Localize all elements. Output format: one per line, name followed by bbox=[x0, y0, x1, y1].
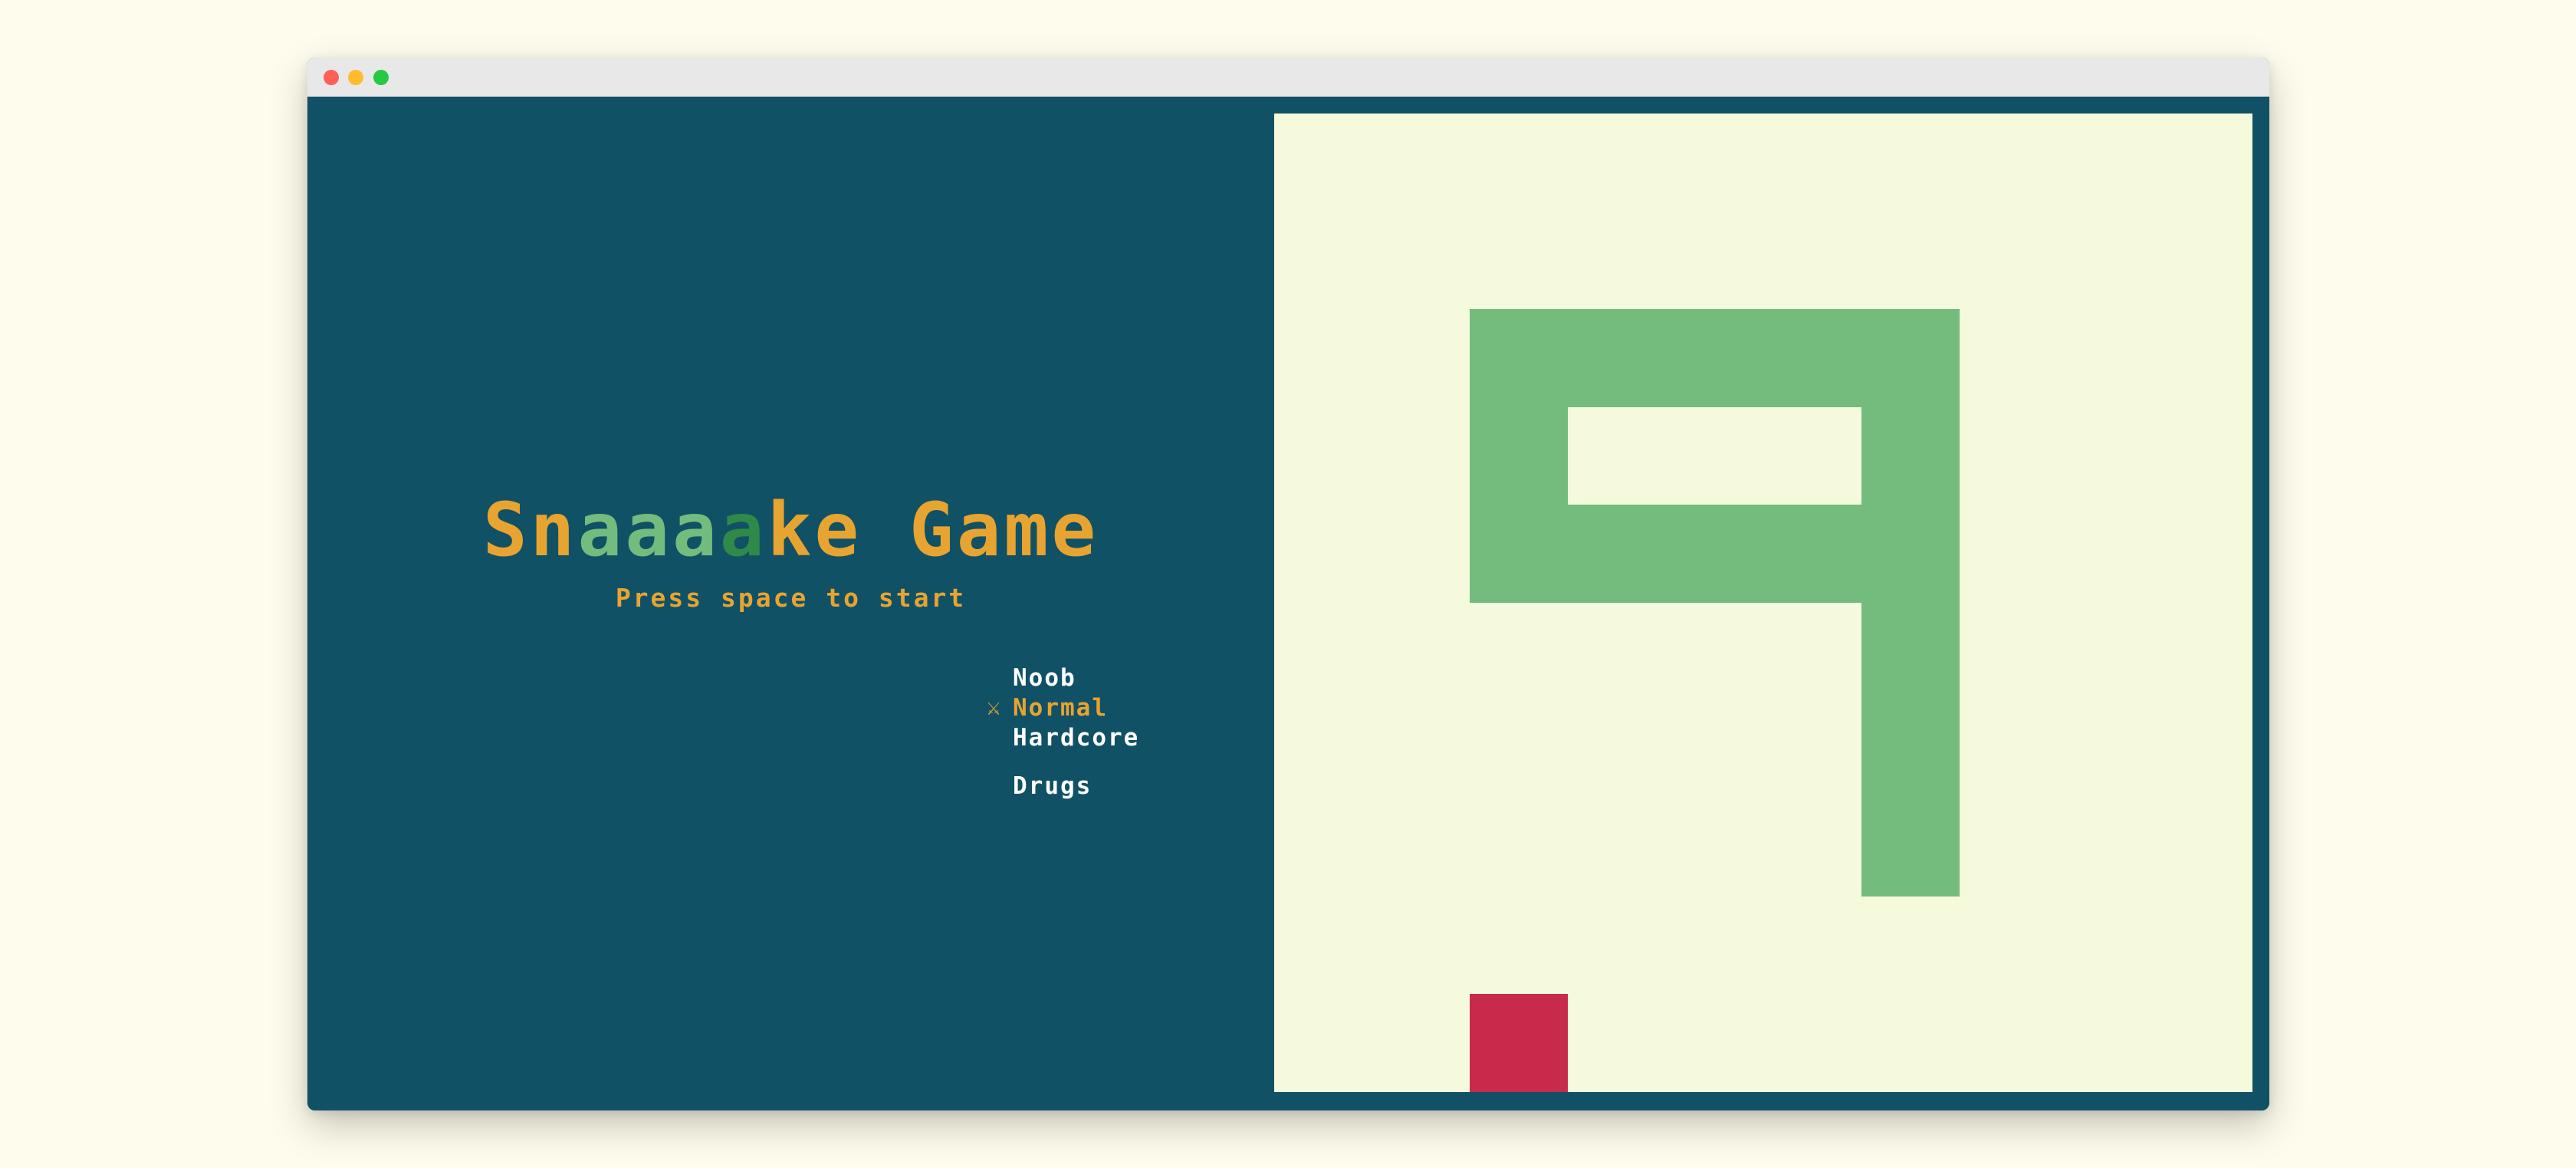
food-item bbox=[1470, 994, 1568, 1092]
game-title-segment: a bbox=[719, 487, 767, 573]
snake-segment bbox=[1861, 798, 1960, 897]
snake-segment bbox=[1861, 406, 1960, 505]
game-title-segment: ke Game bbox=[767, 487, 1099, 573]
difficulty-option-hardcore[interactable]: Hardcore bbox=[1013, 724, 1139, 752]
snake-segment bbox=[1665, 505, 1764, 604]
game-title: Snaaaake Game bbox=[307, 488, 1274, 572]
snake-segment bbox=[1470, 309, 1569, 408]
difficulty-option-noob[interactable]: Noob bbox=[1013, 664, 1076, 692]
close-window-button[interactable] bbox=[324, 70, 339, 85]
snake-segment bbox=[1470, 406, 1569, 505]
snake-segment bbox=[1861, 505, 1960, 604]
snake-segment bbox=[1567, 309, 1666, 408]
minimize-window-button[interactable] bbox=[348, 70, 363, 85]
app-window: Snaaaake Game Press space to start Noob … bbox=[307, 58, 2269, 1110]
start-menu-panel: Snaaaake Game Press space to start Noob … bbox=[307, 97, 1274, 1110]
start-hint: Press space to start bbox=[615, 583, 967, 613]
window-titlebar bbox=[307, 58, 2269, 97]
game-title-segment: aaa bbox=[577, 487, 720, 573]
snake-segment bbox=[1861, 700, 1960, 799]
snake-segment bbox=[1861, 603, 1960, 702]
difficulty-option-drugs[interactable]: Drugs bbox=[1013, 772, 1092, 800]
game-board[interactable] bbox=[1274, 114, 2252, 1092]
maximize-window-button[interactable] bbox=[373, 70, 389, 85]
game-title-segment: Sn bbox=[482, 487, 578, 573]
snake-segment bbox=[1665, 309, 1764, 408]
crossed-swords-icon: ⚔ bbox=[987, 694, 1003, 721]
snake-segment bbox=[1763, 505, 1862, 604]
snake-segment bbox=[1470, 505, 1569, 604]
snake-segment bbox=[1861, 309, 1960, 408]
game-content: Snaaaake Game Press space to start Noob … bbox=[307, 97, 2269, 1110]
snake-segment bbox=[1763, 309, 1862, 408]
difficulty-option-normal[interactable]: Normal ⚔ bbox=[987, 694, 1108, 722]
snake-segment bbox=[1567, 505, 1666, 604]
